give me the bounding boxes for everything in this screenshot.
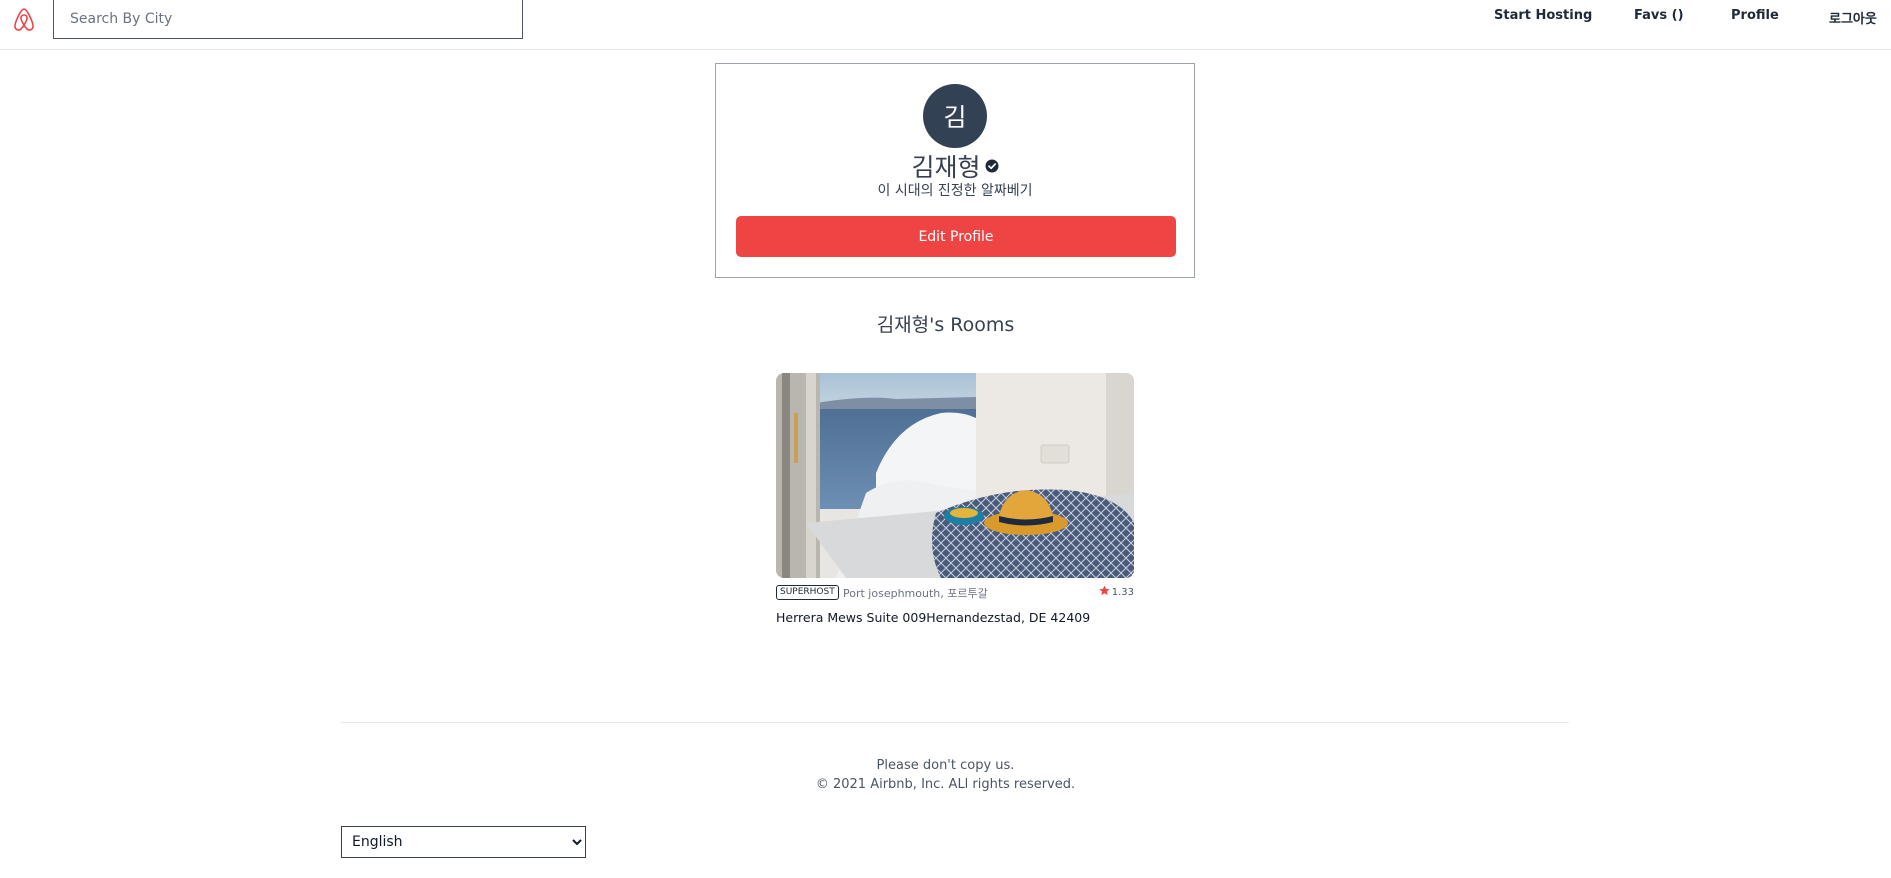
footer-divider: [341, 722, 1569, 723]
top-navigation: Start Hosting Favs () Profile 로그아웃: [0, 0, 1891, 50]
footer-notice: Please don't copy us.: [876, 758, 1015, 773]
language-select[interactable]: English: [341, 826, 586, 858]
room-card[interactable]: SUPERHOST Port josephmouth, 포르투갈 1.33 He…: [776, 373, 1134, 625]
room-location: Port josephmouth, 포르투갈: [843, 587, 988, 600]
rooms-heading: 김재형's Rooms: [876, 314, 1015, 336]
start-hosting-link[interactable]: Start Hosting: [1494, 8, 1592, 23]
star-icon: [1099, 585, 1110, 596]
logout-link[interactable]: 로그아웃: [1829, 8, 1877, 27]
avatar-letter: 김: [943, 103, 967, 132]
profile-name: 김재형: [911, 153, 981, 182]
edit-profile-button[interactable]: Edit Profile: [736, 216, 1176, 257]
room-photo[interactable]: [776, 373, 1134, 578]
room-rating-value: 1.33: [1111, 587, 1134, 598]
search-input[interactable]: [53, 0, 523, 39]
airbnb-logo-icon[interactable]: [12, 6, 36, 32]
room-address[interactable]: Herrera Mews Suite 009Hernandezstad, DE …: [776, 610, 1134, 625]
profile-card: 김 김재형 이 시대의 진정한 알짜베기 Edit Profile: [715, 63, 1195, 278]
profile-bio: 이 시대의 진정한 알짜베기: [877, 183, 1033, 199]
profile-link[interactable]: Profile: [1731, 8, 1779, 23]
footer-copyright: © 2021 Airbnb, Inc. ALl rights reserved.: [815, 777, 1076, 792]
superhost-badge: SUPERHOST: [776, 585, 839, 600]
avatar: 김: [923, 84, 987, 148]
profile-name-row: 김재형: [716, 148, 1194, 184]
favs-link[interactable]: Favs (): [1634, 8, 1684, 23]
room-meta: SUPERHOST Port josephmouth, 포르투갈 1.33: [776, 584, 1134, 604]
verified-check-icon: [985, 159, 998, 173]
room-rating: 1.33: [1099, 585, 1134, 598]
